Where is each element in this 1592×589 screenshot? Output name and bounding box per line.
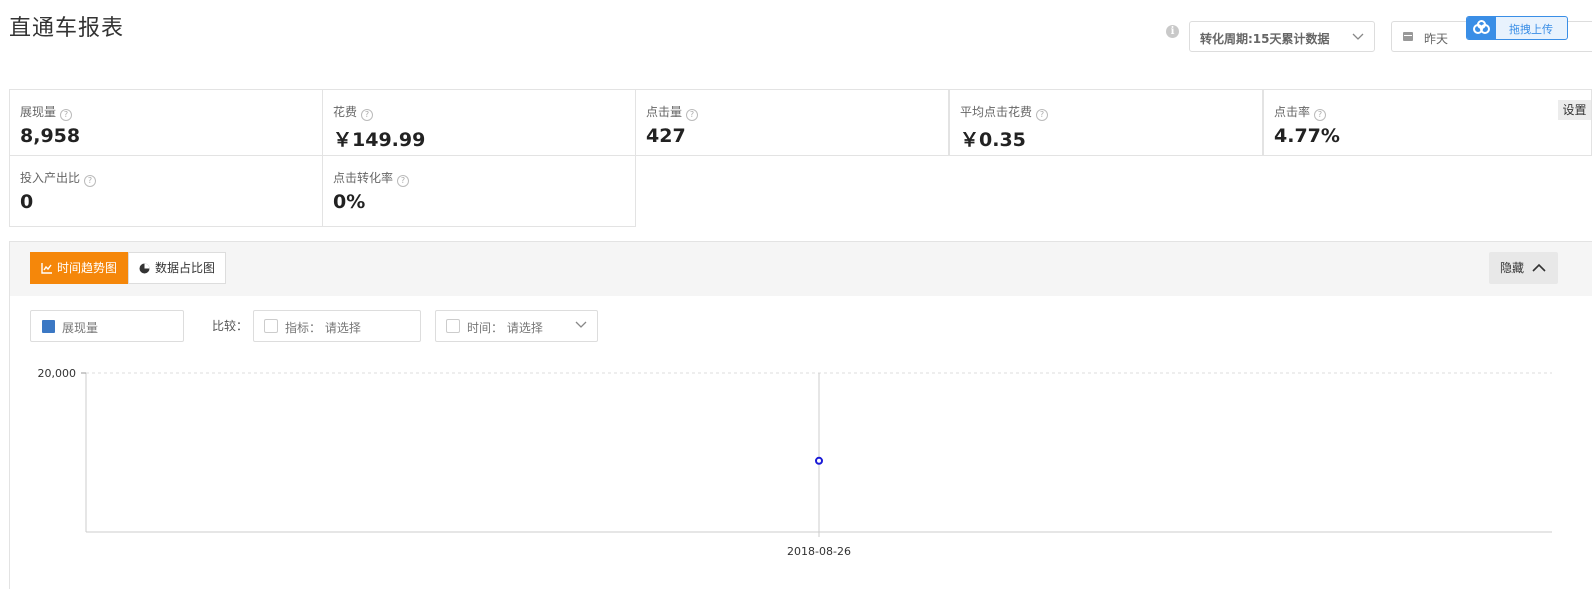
help-icon[interactable]: ? [686, 109, 699, 121]
conversion-cycle-select[interactable]: 转化周期:15天累计数据 [1189, 21, 1375, 52]
y-tick-label: 20,000 [38, 367, 77, 380]
help-icon[interactable]: ? [397, 175, 410, 187]
metric-ctr[interactable]: 点击率? 4.77% 设置 [1263, 89, 1592, 156]
help-icon[interactable]: ? [361, 109, 374, 121]
metric-value: 427 [646, 125, 686, 147]
metric-label-text: 点击转化率 [333, 171, 394, 185]
trend-chart: 20,000 2018-08-26 [38, 367, 1552, 558]
page-title: 直通车报表 [9, 16, 125, 41]
x-tick-label: 2018-08-26 [787, 545, 851, 558]
metric-label-text: 投入产出比 [20, 171, 81, 185]
metric-label: 投入产出比? [20, 169, 97, 187]
metric-value: ￥149.99 [333, 129, 426, 151]
metric-clicks[interactable]: 点击量? 427 [635, 89, 949, 156]
metric-cost[interactable]: 花费? ￥149.99 [322, 89, 636, 156]
upload-label: 拖拽上传 [1509, 23, 1553, 36]
metric-roi[interactable]: 投入产出比? 0 [9, 155, 323, 227]
metric-label-text: 平均点击花费 [960, 105, 1033, 119]
help-icon[interactable]: ? [60, 109, 73, 121]
help-icon[interactable]: ? [1314, 109, 1327, 121]
metric-label-text: 点击量 [646, 105, 683, 119]
metric-value: 0% [333, 191, 366, 213]
metric-label-text: 花费 [333, 105, 358, 119]
chart-panel: 时间趋势图 数据占比图 隐藏 展现量 比较： 指标： 请选择 时间： 请选择 2… [9, 241, 1592, 589]
metric-label: 展现量? [20, 103, 73, 121]
settings-button[interactable]: 设置 [1558, 100, 1591, 120]
help-icon[interactable]: ? [1036, 109, 1049, 121]
metric-value: ￥0.35 [960, 129, 1026, 151]
metric-value: 8,958 [20, 125, 81, 147]
metric-value: 0 [20, 191, 34, 213]
chevron-down-icon [1352, 33, 1364, 40]
info-icon[interactable]: i [1166, 25, 1179, 38]
metric-conversion-rate[interactable]: 点击转化率? 0% [322, 155, 636, 227]
metric-avg-cpc[interactable]: 平均点击花费? ￥0.35 [949, 89, 1263, 156]
metric-label: 点击率? [1274, 103, 1327, 121]
conversion-cycle-value: 转化周期:15天累计数据 [1200, 32, 1330, 46]
metric-value: 4.77% [1274, 125, 1340, 147]
drag-upload-button[interactable]: 拖拽上传 [1466, 16, 1568, 40]
date-value: 昨天 [1424, 32, 1449, 46]
metric-label: 点击转化率? [333, 169, 410, 187]
metric-label: 点击量? [646, 103, 699, 121]
metric-label: 花费? [333, 103, 374, 121]
help-icon[interactable]: ? [84, 175, 97, 187]
data-point [815, 456, 823, 465]
calendar-icon [1403, 32, 1413, 41]
metric-label-text: 点击率 [1274, 105, 1311, 119]
cloud-logo-icon [1467, 17, 1496, 39]
metric-label: 平均点击花费? [960, 103, 1049, 121]
metric-label-text: 展现量 [20, 105, 57, 119]
metric-impressions[interactable]: 展现量? 8,958 [9, 89, 323, 156]
